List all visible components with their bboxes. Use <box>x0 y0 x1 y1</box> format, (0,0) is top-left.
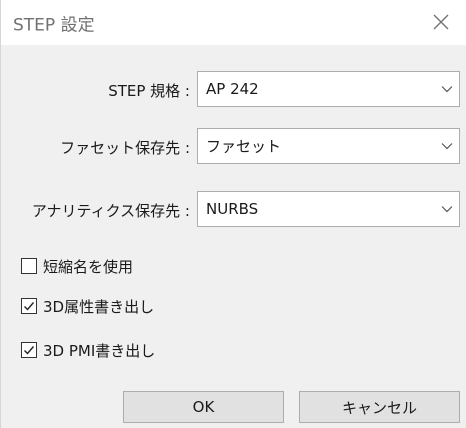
analytics-dest-value: NURBS <box>206 200 259 218</box>
title-bar[interactable]: STEP 設定 <box>1 0 466 44</box>
short-name-checkbox[interactable]: 短縮名を使用 <box>21 256 133 276</box>
checkbox-label: 短縮名を使用 <box>43 257 134 276</box>
checkbox-label: 3D PMI書き出し <box>43 341 156 360</box>
analytics-dest-select[interactable]: NURBS <box>197 191 460 227</box>
dialog-title: STEP 設定 <box>13 15 95 36</box>
step-standard-select[interactable]: AP 242 <box>197 71 460 107</box>
export-3d-pmi-checkbox[interactable]: 3D PMI書き出し <box>21 340 155 360</box>
ok-button[interactable]: OK <box>123 391 284 423</box>
analytics-dest-label: アナリティクス保存先 : <box>31 202 190 220</box>
checkbox-box[interactable] <box>21 298 37 314</box>
checkbox-box[interactable] <box>21 258 37 274</box>
export-3d-attributes-checkbox[interactable]: 3D属性書き出し <box>21 296 154 316</box>
step-standard-value: AP 242 <box>206 80 259 98</box>
facet-dest-select[interactable]: ファセット <box>197 128 460 164</box>
checkmark-icon <box>24 346 35 355</box>
step-settings-dialog: STEP 設定 STEP 規格 : AP 242 ファセット保存先 : ファセッ… <box>0 0 466 428</box>
step-standard-label: STEP 規格 : <box>108 82 190 100</box>
chevron-down-icon <box>441 142 453 150</box>
chevron-down-icon <box>441 85 453 93</box>
close-icon[interactable] <box>430 11 452 33</box>
chevron-down-icon <box>441 205 453 213</box>
facet-dest-label: ファセット保存先 : <box>60 139 190 157</box>
checkbox-label: 3D属性書き出し <box>43 297 155 316</box>
checkmark-icon <box>24 302 35 311</box>
facet-dest-value: ファセット <box>206 137 282 156</box>
checkbox-box[interactable] <box>21 342 37 358</box>
cancel-button[interactable]: キャンセル <box>299 391 460 423</box>
